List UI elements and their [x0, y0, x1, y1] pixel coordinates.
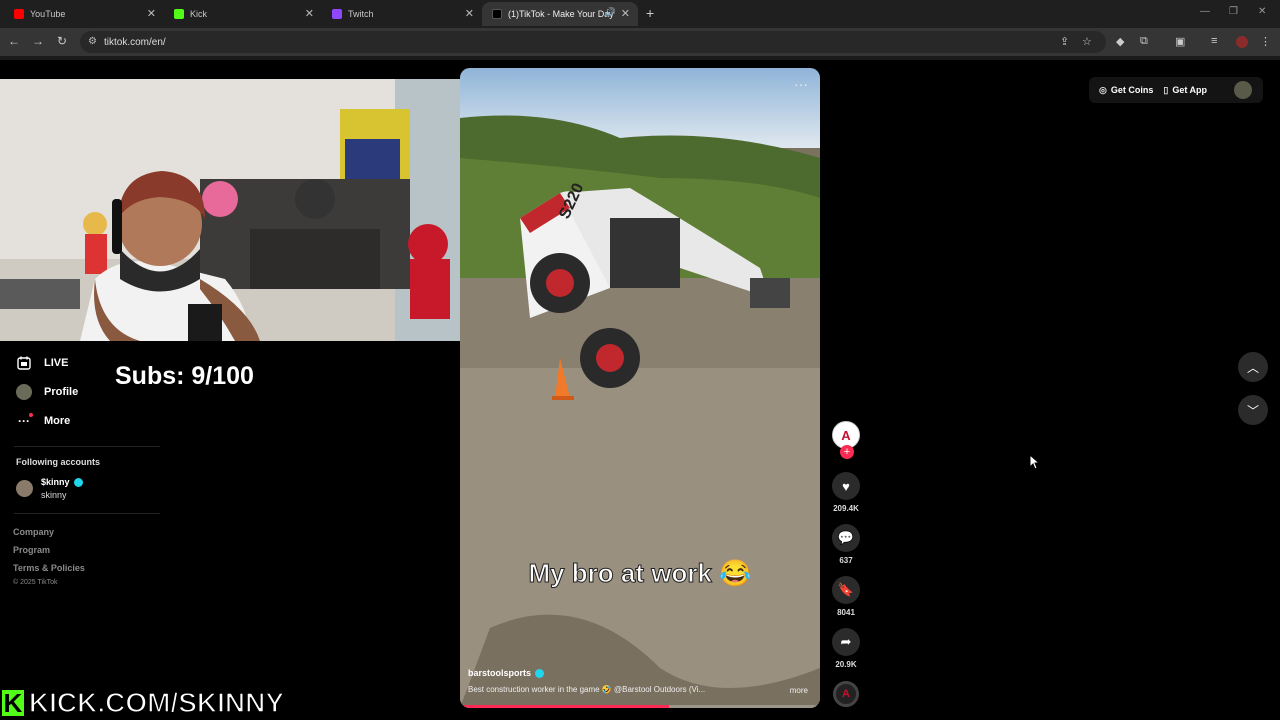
footer-link-program[interactable]: Program: [13, 545, 50, 555]
sidebar-item-label: Profile: [44, 386, 79, 398]
video-player[interactable]: S220 ··· My bro at work 😂 barstoolsports…: [460, 68, 820, 708]
sidebar-divider: [14, 446, 160, 447]
tab-label: Twitch: [348, 9, 374, 19]
tab-label: Kick: [190, 9, 208, 19]
subs-goal-overlay: Subs: 9/100: [115, 362, 254, 390]
maximize-icon[interactable]: ❐: [1229, 6, 1238, 17]
media-control-icon[interactable]: ≡: [1211, 35, 1217, 47]
comment-icon[interactable]: 💬: [832, 524, 860, 552]
get-coins-button[interactable]: ◎ Get Coins: [1099, 85, 1153, 96]
video-progress-bar[interactable]: [460, 705, 820, 708]
share-count: 20.9K: [835, 660, 857, 669]
close-icon[interactable]: ✕: [147, 7, 156, 20]
coin-icon: ◎: [1099, 84, 1107, 95]
bookmark-star-icon[interactable]: ☆: [1082, 35, 1092, 48]
comment-count: 637: [839, 556, 853, 565]
youtube-icon: [14, 9, 24, 19]
account-username: skinny: [41, 490, 67, 501]
copyright-text: © 2025 TikTok: [13, 579, 58, 586]
video-caption-overlay: My bro at work 😂: [528, 558, 752, 589]
close-icon[interactable]: ✕: [621, 7, 630, 20]
streamer-webcam: [0, 79, 464, 341]
tab-youtube[interactable]: YouTube ✕: [4, 2, 164, 26]
sidebar-item-profile[interactable]: Profile: [16, 384, 78, 400]
tiktok-icon: [492, 9, 502, 19]
kick-url-text: KICK.COM/SKINNY: [28, 686, 285, 719]
footer-link-company[interactable]: Company: [13, 527, 54, 537]
close-icon[interactable]: ✕: [465, 7, 474, 20]
webcam-scene: [0, 79, 464, 341]
extensions-puzzle-icon[interactable]: ⧉: [1140, 35, 1148, 48]
profile-avatar[interactable]: [1236, 36, 1248, 48]
video-more-options-icon[interactable]: ···: [794, 76, 808, 92]
live-calendar-icon: [16, 355, 32, 371]
like-count: 209.4K: [833, 504, 859, 513]
follow-plus-button[interactable]: +: [840, 445, 854, 459]
address-toolbar: ← → ↻ ⚙ tiktok.com/en/ ⇪ ☆ ◆ ⧉ ▣ ≡ ⋮: [0, 28, 1280, 56]
share-icon[interactable]: ➦: [832, 628, 860, 656]
tab-label: YouTube: [30, 9, 66, 19]
window-close-icon[interactable]: ✕: [1258, 6, 1266, 17]
sidebar-divider: [14, 513, 160, 514]
mouse-cursor-icon: [1029, 454, 1039, 470]
save-action[interactable]: 🔖 8041: [832, 576, 860, 617]
tab-tiktok[interactable]: (1)TikTok - Make Your Day 🔊 ✕: [482, 2, 638, 26]
like-action[interactable]: ♥ 209.4K: [832, 472, 860, 513]
forward-icon[interactable]: →: [30, 34, 46, 48]
sidebar-item-live[interactable]: LIVE: [16, 355, 68, 371]
back-icon[interactable]: ←: [6, 34, 22, 48]
account-name: $kinny: [41, 477, 70, 487]
heart-icon[interactable]: ♥: [832, 472, 860, 500]
previous-video-button[interactable]: ︿: [1238, 352, 1268, 382]
profile-avatar: [16, 384, 32, 400]
sidebar-item-more[interactable]: ··· More: [16, 413, 70, 429]
description-more-link[interactable]: more: [790, 686, 808, 695]
save-count: 8041: [837, 608, 855, 617]
video-description: Best construction worker in the game 🤣 @…: [468, 685, 706, 694]
tab-twitch[interactable]: Twitch ✕: [322, 2, 482, 26]
bookmark-icon[interactable]: 🔖: [832, 576, 860, 604]
close-icon[interactable]: ✕: [305, 7, 314, 20]
following-account-item[interactable]: $kinny skinny: [16, 477, 83, 500]
avatar: [16, 480, 33, 497]
extension-diamond-icon[interactable]: ◆: [1116, 35, 1124, 48]
install-icon[interactable]: ⇪: [1060, 35, 1069, 48]
chevron-up-icon: ︿: [1246, 360, 1259, 375]
tab-label: (1)TikTok - Make Your Day: [508, 9, 614, 19]
verified-badge-icon: [73, 478, 83, 488]
video-frame: S220: [460, 68, 820, 708]
share-action[interactable]: ➦ 20.9K: [832, 628, 860, 669]
browser-tab-bar: YouTube ✕ Kick ✕ Twitch ✕ (1)TikTok - Ma…: [0, 0, 1280, 28]
toolbar-divider: [0, 56, 1280, 60]
kick-url-banner: K KICK.COM/SKINNY: [0, 686, 285, 720]
kick-icon: [174, 9, 184, 19]
verified-badge-icon: [535, 669, 545, 679]
next-video-button[interactable]: ﹀: [1238, 395, 1268, 425]
url-bar[interactable]: ⚙ tiktok.com/en/: [80, 31, 1106, 53]
video-author[interactable]: barstoolsports: [468, 668, 545, 679]
new-tab-button[interactable]: +: [646, 5, 654, 21]
sidepanel-icon[interactable]: ▣: [1175, 35, 1185, 48]
twitch-icon: [332, 9, 342, 19]
video-progress-fill: [460, 705, 669, 708]
phone-icon: ▯: [1163, 84, 1169, 95]
reload-icon[interactable]: ↻: [54, 34, 70, 48]
speaker-icon[interactable]: 🔊: [605, 7, 616, 18]
minimize-icon[interactable]: —: [1200, 6, 1210, 17]
comment-action[interactable]: 💬 637: [832, 524, 860, 565]
footer-link-terms[interactable]: Terms & Policies: [13, 563, 85, 573]
following-accounts-header: Following accounts: [16, 457, 101, 467]
get-app-button[interactable]: ▯ Get App: [1163, 85, 1207, 96]
tab-kick[interactable]: Kick ✕: [164, 2, 322, 26]
url-text: tiktok.com/en/: [104, 36, 166, 48]
music-disc-icon[interactable]: A: [833, 681, 859, 707]
chevron-down-icon: ﹀: [1246, 403, 1259, 418]
more-dots-icon: ···: [16, 413, 33, 429]
site-info-icon[interactable]: ⚙: [88, 36, 97, 47]
menu-kebab-icon[interactable]: ⋮: [1260, 35, 1271, 48]
kick-logo-icon: K: [0, 688, 26, 718]
sidebar-item-label: More: [44, 415, 71, 427]
user-avatar[interactable]: [1234, 81, 1252, 99]
sidebar-item-label: LIVE: [44, 357, 69, 369]
